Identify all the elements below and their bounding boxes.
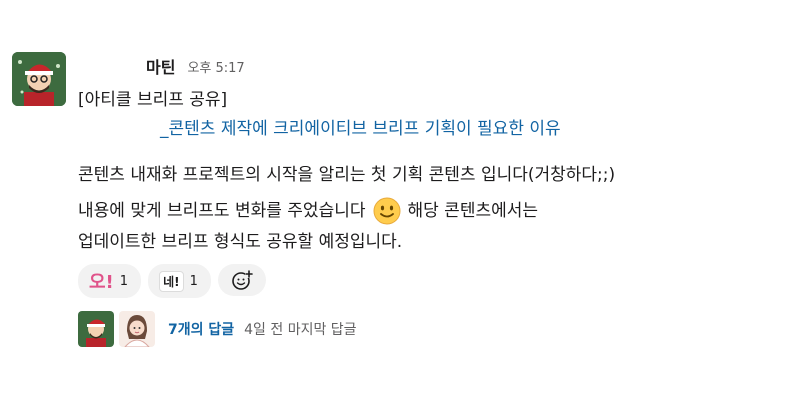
message-body-line: 내용에 맞게 브리프도 변화를 주었습니다 해당 콘텐츠에서는 [78, 196, 538, 226]
message-body-line: 업데이트한 브리프 형식도 공유할 예정입니다. [78, 232, 403, 252]
reaction-ne-icon: 네! [159, 270, 184, 292]
message-body-text: 내용에 맞게 브리프도 변화를 주었습니다 [78, 201, 366, 221]
redacted-name [80, 55, 142, 77]
article-link-line[interactable]: _콘텐츠 제작에 크리에이티브 브리프 기획이 필요한 이유 [78, 117, 561, 141]
reaction-count: 1 [189, 273, 198, 289]
replier-avatar[interactable] [78, 311, 114, 347]
author-name[interactable]: 마틴 [146, 54, 175, 78]
reaction-ne[interactable]: 네! 1 [148, 264, 211, 298]
replier-avatar[interactable] [119, 311, 155, 347]
article-link[interactable]: _콘텐츠 제작에 크리에이티브 브리프 기획이 필요한 이유 [160, 119, 561, 139]
message-timestamp[interactable]: 오후 5:17 [187, 57, 244, 76]
reaction-bar: 오! 1 네! 1 [78, 264, 266, 298]
reaction-o[interactable]: 오! 1 [78, 264, 142, 298]
reaction-count: 1 [119, 273, 129, 289]
add-reaction-button[interactable] [217, 264, 266, 296]
message-header: 마틴 오후 5:17 [80, 54, 245, 78]
last-reply-time: 4일 전 마지막 답글 [244, 322, 357, 338]
thread-summary[interactable]: 7개의 답글 4일 전 마지막 답글 [78, 311, 357, 347]
reaction-o-icon: 오! [89, 272, 114, 293]
message-body-line: 콘텐츠 내재화 프로젝트의 시작을 알리는 첫 기획 콘텐츠 입니다(거창하다;… [78, 165, 616, 185]
message-body-text: 해당 콘텐츠에서는 [407, 201, 539, 221]
add-emoji-icon [232, 270, 253, 290]
slightly-smiling-emoji-icon [372, 196, 402, 226]
reply-count-link[interactable]: 7개의 답글 [168, 319, 234, 339]
message-text-line: [아티클 브리프 공유] [78, 90, 228, 110]
author-avatar[interactable] [12, 52, 66, 106]
